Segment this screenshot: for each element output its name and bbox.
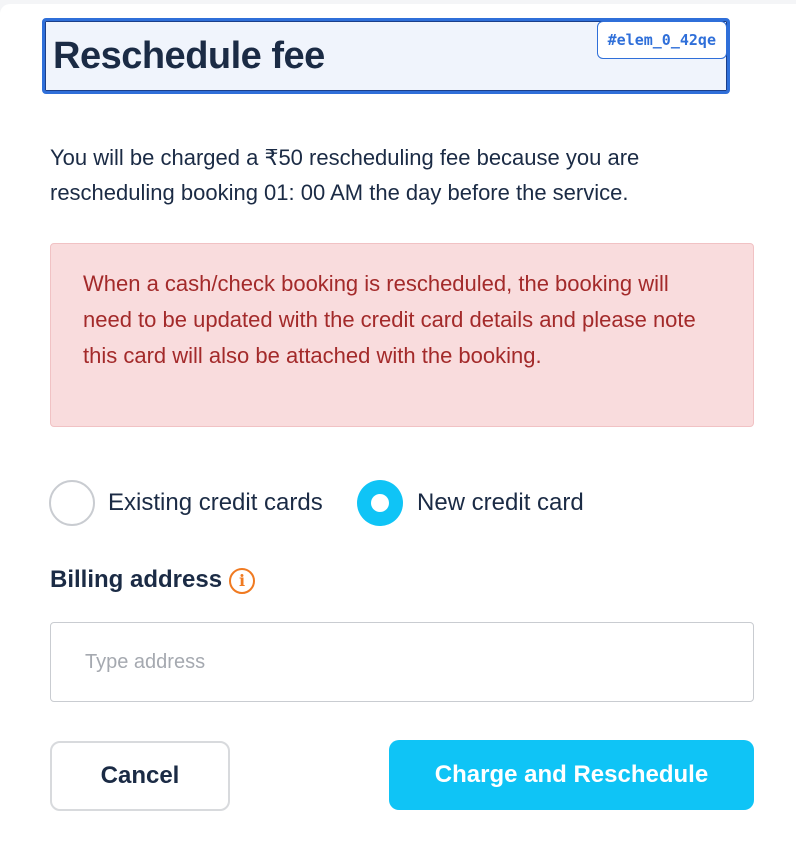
title-highlight-box: Reschedule fee #elem_0_42qe xyxy=(42,18,730,94)
billing-address-input[interactable] xyxy=(50,622,754,702)
charge-and-reschedule-button[interactable]: Charge and Reschedule xyxy=(389,740,754,810)
existing-cards-label[interactable]: Existing credit cards xyxy=(108,489,323,517)
billing-address-label: Billing address xyxy=(50,566,223,593)
existing-cards-radio[interactable] xyxy=(49,480,95,526)
fee-description: You will be charged a ₹50 rescheduling f… xyxy=(50,145,640,205)
new-card-label[interactable]: New credit card xyxy=(417,489,584,517)
radio-selected-dot xyxy=(371,494,389,512)
dialog-title: Reschedule fee xyxy=(53,35,325,77)
reschedule-dialog: Reschedule fee #elem_0_42qe You will be … xyxy=(0,4,796,846)
element-id-tag: #elem_0_42qe xyxy=(596,21,727,59)
new-card-radio[interactable] xyxy=(357,480,403,526)
info-icon[interactable]: i xyxy=(229,568,255,594)
cancel-button[interactable]: Cancel xyxy=(50,741,230,811)
warning-alert: When a cash/check booking is rescheduled… xyxy=(50,243,754,427)
